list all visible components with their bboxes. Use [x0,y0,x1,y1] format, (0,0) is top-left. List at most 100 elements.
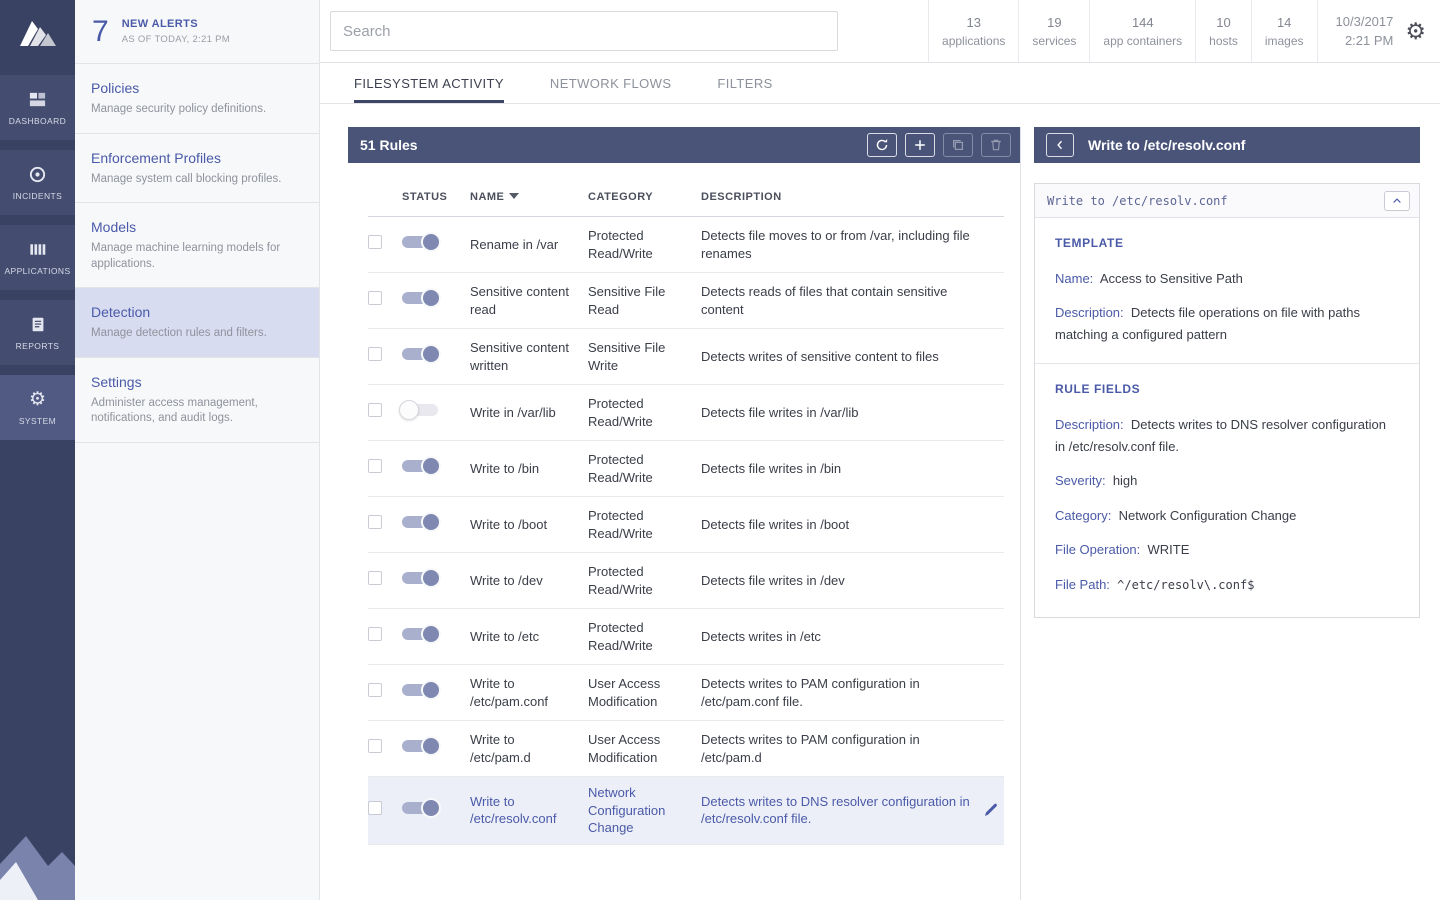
date-text: 10/3/2017 [1335,13,1394,29]
field-value: high [1112,473,1138,489]
status-toggle[interactable] [402,798,441,819]
logo-icon [19,21,56,46]
menu-item-description: Manage security policy definitions. [91,103,267,115]
rule-fields: Description: Detects writes to DNS resol… [1055,414,1399,595]
row-checkbox[interactable] [368,403,382,418]
stat-value: 10 [1216,14,1231,30]
app-logo[interactable] [0,0,75,64]
sidebar-item-applications[interactable]: APPLICATIONS [0,225,75,290]
table-header-row: STATUS NAME CATEGORY DESCRIPTION [368,177,1004,217]
rule-description: Detects file moves to or from /var, incl… [701,227,970,261]
table-row[interactable]: Write to /boot Protected Read/Write Detect… [368,497,1004,553]
column-header-status: STATUS [402,190,448,203]
refresh-button[interactable] [867,133,897,157]
sidebar-item-reports[interactable]: REPORTS [0,300,75,365]
status-toggle[interactable] [402,680,441,701]
settings-gear-button[interactable]: ⚙ [1401,0,1440,62]
stat-services: 19 services [1018,0,1089,62]
row-checkbox[interactable] [368,515,382,530]
sidebar-item-system[interactable]: ⚙ SYSTEM [0,375,75,440]
sidebar-item-dashboard[interactable]: DASHBOARD [0,75,75,140]
menu-item-detection[interactable]: Detection Manage detection rules and filt… [75,288,319,358]
menu-item-policies[interactable]: Policies Manage security policy definitio… [75,64,319,134]
status-toggle[interactable] [402,456,441,477]
row-checkbox[interactable] [368,801,382,816]
back-button[interactable] [1046,133,1074,157]
copy-button[interactable] [943,133,973,157]
rule-name: Write to /etc [470,628,540,644]
table-row[interactable]: Write to /etc/pam.d User Access Modificat… [368,721,1004,777]
table-row[interactable]: Write to /bin Protected Read/Write Detects… [368,441,1004,497]
status-toggle[interactable] [402,512,441,533]
new-alerts-summary[interactable]: 7 NEW ALERTS AS OF TODAY, 2:21 PM [75,0,319,64]
stat-value: 14 [1276,14,1292,30]
row-checkbox[interactable] [368,459,382,474]
sidebar-item-label: INCIDENTS [12,190,63,201]
rule-category: Protected Read/Write [588,619,653,653]
panel-divider [1020,127,1021,900]
row-checkbox[interactable] [368,571,382,586]
tab-filters[interactable]: FILTERS [717,63,772,103]
sidebar-item-incidents[interactable]: INCIDENTS [0,150,75,215]
search-input[interactable] [330,11,838,51]
status-toggle[interactable] [399,400,438,421]
stat-value: 144 [1131,14,1154,30]
rule-category: Protected Read/Write [588,563,653,597]
row-checkbox[interactable] [368,291,382,306]
main-content: 13 applications 19 services 144 app container… [320,0,1440,900]
table-row[interactable]: Write to /etc/resolv.conf Network Configu… [368,777,1004,845]
column-header-name[interactable]: NAME [470,191,588,203]
sidebar-item-label: DASHBOARD [8,115,67,126]
row-checkbox[interactable] [368,739,382,754]
tab-network-flows[interactable]: NETWORK FLOWS [550,63,671,103]
status-toggle[interactable] [402,232,441,253]
table-row[interactable]: Sensitive content read Sensitive File Rea… [368,273,1004,329]
status-toggle[interactable] [402,568,441,589]
row-checkbox[interactable] [368,235,382,250]
row-checkbox[interactable] [368,627,382,642]
alerts-title: NEW ALERTS [121,18,198,30]
rule-description: Detects writes of sensitive content to f… [701,348,939,364]
detail-field: Severity: high [1055,470,1399,491]
menu-item-title: Detection [91,304,151,321]
rule-description: Detects file writes in /bin [701,460,842,476]
column-header-category: CATEGORY [588,190,654,203]
tab-bar: FILESYSTEM ACTIVITY NETWORK FLOWS FILTERS [320,63,1440,104]
status-toggle[interactable] [402,736,441,757]
rule-name: Sensitive content written [470,339,570,373]
table-row[interactable]: Write to /etc Protected Read/Write Detects… [368,609,1004,665]
menu-item-title: Settings [91,373,142,390]
detail-card-header: Write to /etc/resolv.conf [1035,184,1419,218]
rule-category: Sensitive File Read [588,283,666,317]
table-row[interactable]: Write to /etc/pam.conf User Access Modifi… [368,665,1004,721]
rule-description: Detects writes to PAM configuration in /… [701,731,920,765]
stat-value: 19 [1047,14,1062,30]
status-toggle[interactable] [402,624,441,645]
refresh-icon [875,138,889,152]
table-row[interactable]: Sensitive content written Sensitive File … [368,329,1004,385]
delete-button[interactable] [981,133,1011,157]
status-toggle[interactable] [402,344,441,365]
collapse-button[interactable] [1384,190,1410,211]
rule-category: Sensitive File Write [588,339,666,373]
row-checkbox[interactable] [368,683,382,698]
menu-item-description: Administer access management, notificati… [91,396,258,425]
edit-rule-button[interactable] [983,802,999,818]
table-row[interactable]: Write to /dev Protected Read/Write Detects… [368,553,1004,609]
add-button[interactable] [905,133,935,157]
rule-category: Protected Read/Write [588,507,653,541]
table-row[interactable]: Write in /var/lib Protected Read/Write Det… [368,385,1004,441]
table-body: Rename in /var Protected Read/Write Detect… [368,217,1004,845]
menu-item-enforcement-profiles[interactable]: Enforcement Profiles Manage system call b… [75,134,319,204]
status-toggle[interactable] [402,288,441,309]
table-row[interactable]: Rename in /var Protected Read/Write Detect… [368,217,1004,273]
tab-filesystem-activity[interactable]: FILESYSTEM ACTIVITY [354,63,504,103]
rule-category: Protected Read/Write [588,395,653,429]
menu-item-settings[interactable]: Settings Administer access management, no… [75,358,319,443]
menu-item-models[interactable]: Models Manage machine learning models for… [75,203,319,289]
system-icon: ⚙ [28,388,47,410]
alert-count: 7 [92,14,109,48]
row-checkbox[interactable] [368,347,382,362]
rule-description: Detects writes to PAM configuration in /… [701,675,920,709]
stat-hosts: 10 hosts [1195,0,1251,62]
